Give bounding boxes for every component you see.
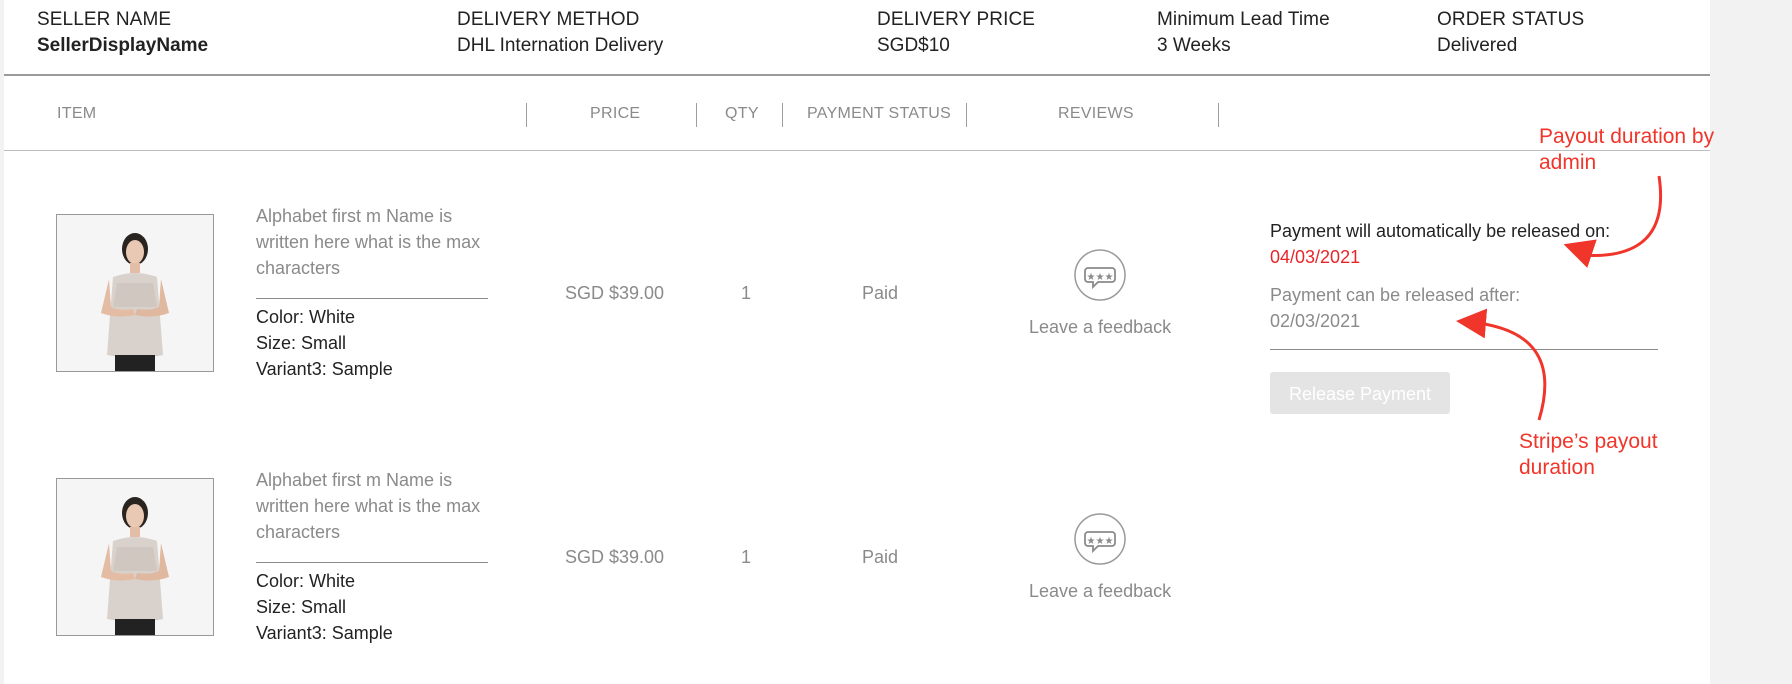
item-payment-status: Paid — [862, 547, 899, 567]
item-price: SGD $39.00 — [565, 547, 665, 567]
item-color: Color: White — [256, 307, 356, 327]
column-header-divider — [4, 150, 1710, 151]
item-divider — [256, 562, 488, 563]
column-separator — [782, 103, 783, 127]
speech-bubble-stars-icon[interactable]: ★★★ — [1074, 513, 1126, 565]
stripe-payout-annotation: Stripe’s payout duration — [1519, 430, 1658, 479]
item-name[interactable]: Alphabet first m Name is written here wh… — [256, 203, 496, 281]
svg-text:★★★: ★★★ — [1087, 536, 1114, 547]
auto-release-date: 04/03/2021 — [1270, 247, 1361, 267]
header-divider — [4, 74, 1710, 76]
seller-name-label: SELLER NAME — [37, 9, 172, 30]
order-card: SELLER NAME SellerDisplayName DELIVERY M… — [4, 0, 1710, 684]
order-status-value: Delivered — [1437, 35, 1518, 56]
payment-divider — [1270, 349, 1658, 350]
delivery-method-value: DHL Internation Delivery — [457, 35, 664, 56]
item-variant: Variant3: Sample — [256, 359, 393, 379]
product-image[interactable] — [56, 478, 214, 636]
order-status-label: ORDER STATUS — [1437, 9, 1585, 30]
auto-release-label: Payment will automatically be released o… — [1270, 221, 1611, 241]
column-header-payment-status: PAYMENT STATUS — [807, 105, 952, 122]
column-separator — [966, 103, 967, 127]
column-header-price: PRICE — [590, 105, 641, 122]
item-price: SGD $39.00 — [565, 283, 665, 303]
column-header-qty: QTY — [725, 105, 759, 122]
item-size: Size: Small — [256, 597, 347, 617]
speech-bubble-stars-icon[interactable]: ★★★ — [1074, 249, 1126, 301]
column-header-item: ITEM — [57, 105, 97, 122]
admin-payout-annotation: Payout duration by admin — [1539, 125, 1715, 174]
release-after-label: Payment can be released after: — [1270, 285, 1521, 305]
leave-feedback-link[interactable]: Leave a feedback — [1029, 317, 1171, 338]
lead-time-label: Minimum Lead Time — [1157, 9, 1330, 30]
item-size: Size: Small — [256, 333, 347, 353]
product-photo-illustration — [57, 215, 213, 371]
seller-name-value: SellerDisplayName — [37, 35, 209, 56]
delivery-price-label: DELIVERY PRICE — [877, 9, 1036, 30]
item-name[interactable]: Alphabet first m Name is written here wh… — [256, 467, 496, 545]
product-photo-illustration — [57, 479, 213, 635]
column-separator — [526, 103, 527, 127]
delivery-price-value: SGD$10 — [877, 35, 950, 56]
item-color: Color: White — [256, 571, 356, 591]
item-variant: Variant3: Sample — [256, 623, 393, 643]
item-payment-status: Paid — [862, 283, 899, 303]
product-image[interactable] — [56, 214, 214, 372]
delivery-method-label: DELIVERY METHOD — [457, 9, 640, 30]
item-qty: 1 — [741, 283, 752, 303]
item-qty: 1 — [741, 547, 752, 567]
release-after-date: 02/03/2021 — [1270, 311, 1361, 331]
column-separator — [1218, 103, 1219, 127]
item-divider — [256, 298, 488, 299]
svg-text:★★★: ★★★ — [1087, 272, 1114, 283]
column-separator — [696, 103, 697, 127]
column-header-reviews: REVIEWS — [1058, 105, 1134, 122]
release-payment-button[interactable]: Release Payment — [1270, 372, 1450, 414]
lead-time-value: 3 Weeks — [1157, 35, 1231, 56]
leave-feedback-link[interactable]: Leave a feedback — [1029, 581, 1171, 602]
